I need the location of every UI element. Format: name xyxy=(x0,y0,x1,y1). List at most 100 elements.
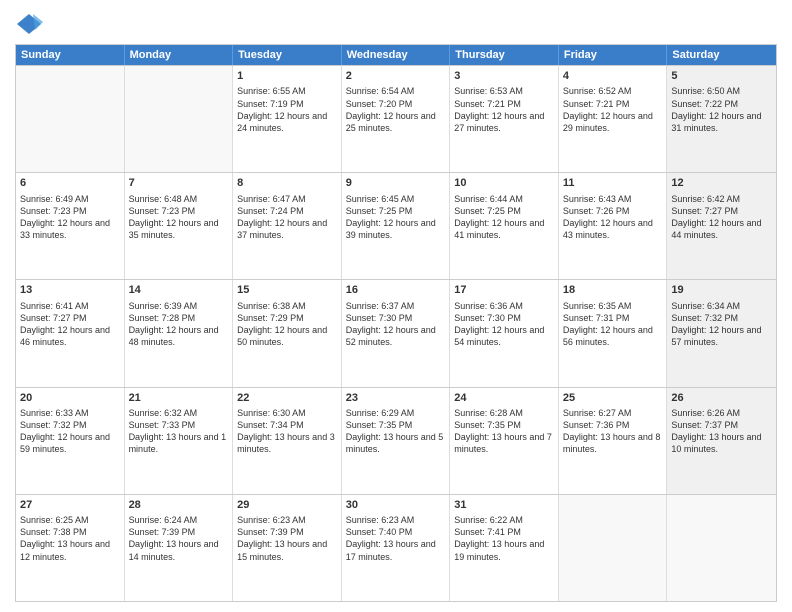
header-day-tuesday: Tuesday xyxy=(233,45,342,65)
day-cell-12: 12Sunrise: 6:42 AMSunset: 7:27 PMDayligh… xyxy=(667,173,776,279)
day-info-text: Sunset: 7:26 PM xyxy=(563,205,663,217)
day-info-text: Daylight: 12 hours and 52 minutes. xyxy=(346,324,446,348)
day-cell-14: 14Sunrise: 6:39 AMSunset: 7:28 PMDayligh… xyxy=(125,280,234,386)
day-info-text: Sunrise: 6:50 AM xyxy=(671,85,772,97)
day-info-text: Sunrise: 6:42 AM xyxy=(671,193,772,205)
day-cell-27: 27Sunrise: 6:25 AMSunset: 7:38 PMDayligh… xyxy=(16,495,125,601)
day-info-text: Sunset: 7:20 PM xyxy=(346,98,446,110)
day-cell-23: 23Sunrise: 6:29 AMSunset: 7:35 PMDayligh… xyxy=(342,388,451,494)
day-cell-17: 17Sunrise: 6:36 AMSunset: 7:30 PMDayligh… xyxy=(450,280,559,386)
day-info-text: Sunrise: 6:54 AM xyxy=(346,85,446,97)
day-info-text: Daylight: 13 hours and 10 minutes. xyxy=(671,431,772,455)
day-info-text: Daylight: 12 hours and 33 minutes. xyxy=(20,217,120,241)
calendar: SundayMondayTuesdayWednesdayThursdayFrid… xyxy=(15,44,777,602)
day-number: 4 xyxy=(563,69,663,84)
day-cell-30: 30Sunrise: 6:23 AMSunset: 7:40 PMDayligh… xyxy=(342,495,451,601)
day-cell-18: 18Sunrise: 6:35 AMSunset: 7:31 PMDayligh… xyxy=(559,280,668,386)
day-info-text: Sunset: 7:23 PM xyxy=(129,205,229,217)
day-info-text: Sunset: 7:25 PM xyxy=(346,205,446,217)
day-info-text: Sunset: 7:41 PM xyxy=(454,526,554,538)
day-info-text: Sunrise: 6:22 AM xyxy=(454,514,554,526)
day-number: 16 xyxy=(346,283,446,298)
page: SundayMondayTuesdayWednesdayThursdayFrid… xyxy=(0,0,792,612)
day-info-text: Daylight: 13 hours and 12 minutes. xyxy=(20,538,120,562)
day-info-text: Sunset: 7:37 PM xyxy=(671,419,772,431)
day-info-text: Sunset: 7:32 PM xyxy=(671,312,772,324)
day-number: 12 xyxy=(671,176,772,191)
day-info-text: Sunrise: 6:25 AM xyxy=(20,514,120,526)
day-info-text: Daylight: 12 hours and 31 minutes. xyxy=(671,110,772,134)
day-info-text: Sunset: 7:19 PM xyxy=(237,98,337,110)
day-info-text: Sunrise: 6:29 AM xyxy=(346,407,446,419)
day-number: 31 xyxy=(454,498,554,513)
day-info-text: Sunset: 7:30 PM xyxy=(454,312,554,324)
day-number: 19 xyxy=(671,283,772,298)
day-info-text: Sunrise: 6:43 AM xyxy=(563,193,663,205)
day-number: 13 xyxy=(20,283,120,298)
day-info-text: Sunset: 7:27 PM xyxy=(20,312,120,324)
day-info-text: Sunrise: 6:32 AM xyxy=(129,407,229,419)
day-info-text: Sunset: 7:22 PM xyxy=(671,98,772,110)
day-info-text: Sunset: 7:23 PM xyxy=(20,205,120,217)
day-number: 3 xyxy=(454,69,554,84)
day-number: 7 xyxy=(129,176,229,191)
day-number: 18 xyxy=(563,283,663,298)
day-info-text: Daylight: 12 hours and 25 minutes. xyxy=(346,110,446,134)
day-info-text: Sunrise: 6:55 AM xyxy=(237,85,337,97)
day-cell-9: 9Sunrise: 6:45 AMSunset: 7:25 PMDaylight… xyxy=(342,173,451,279)
day-info-text: Daylight: 12 hours and 54 minutes. xyxy=(454,324,554,348)
day-cell-24: 24Sunrise: 6:28 AMSunset: 7:35 PMDayligh… xyxy=(450,388,559,494)
day-cell-28: 28Sunrise: 6:24 AMSunset: 7:39 PMDayligh… xyxy=(125,495,234,601)
day-info-text: Sunset: 7:24 PM xyxy=(237,205,337,217)
day-info-text: Daylight: 13 hours and 17 minutes. xyxy=(346,538,446,562)
header-day-wednesday: Wednesday xyxy=(342,45,451,65)
day-info-text: Daylight: 12 hours and 35 minutes. xyxy=(129,217,229,241)
day-info-text: Sunset: 7:34 PM xyxy=(237,419,337,431)
day-info-text: Sunrise: 6:35 AM xyxy=(563,300,663,312)
day-info-text: Sunrise: 6:34 AM xyxy=(671,300,772,312)
day-info-text: Sunrise: 6:30 AM xyxy=(237,407,337,419)
day-info-text: Daylight: 12 hours and 46 minutes. xyxy=(20,324,120,348)
day-info-text: Daylight: 13 hours and 3 minutes. xyxy=(237,431,337,455)
day-info-text: Daylight: 12 hours and 37 minutes. xyxy=(237,217,337,241)
day-info-text: Sunset: 7:28 PM xyxy=(129,312,229,324)
day-info-text: Sunset: 7:21 PM xyxy=(454,98,554,110)
day-info-text: Sunset: 7:29 PM xyxy=(237,312,337,324)
day-cell-29: 29Sunrise: 6:23 AMSunset: 7:39 PMDayligh… xyxy=(233,495,342,601)
day-info-text: Daylight: 13 hours and 14 minutes. xyxy=(129,538,229,562)
day-info-text: Daylight: 12 hours and 48 minutes. xyxy=(129,324,229,348)
day-number: 26 xyxy=(671,391,772,406)
day-cell-26: 26Sunrise: 6:26 AMSunset: 7:37 PMDayligh… xyxy=(667,388,776,494)
day-number: 1 xyxy=(237,69,337,84)
day-info-text: Daylight: 12 hours and 59 minutes. xyxy=(20,431,120,455)
day-info-text: Daylight: 13 hours and 7 minutes. xyxy=(454,431,554,455)
week-row-1: 6Sunrise: 6:49 AMSunset: 7:23 PMDaylight… xyxy=(16,172,776,279)
day-info-text: Daylight: 12 hours and 27 minutes. xyxy=(454,110,554,134)
header-day-monday: Monday xyxy=(125,45,234,65)
day-info-text: Daylight: 13 hours and 15 minutes. xyxy=(237,538,337,562)
week-row-3: 20Sunrise: 6:33 AMSunset: 7:32 PMDayligh… xyxy=(16,387,776,494)
day-number: 14 xyxy=(129,283,229,298)
day-cell-8: 8Sunrise: 6:47 AMSunset: 7:24 PMDaylight… xyxy=(233,173,342,279)
week-row-0: 1Sunrise: 6:55 AMSunset: 7:19 PM Daylight… xyxy=(16,65,776,172)
day-info-text: Sunrise: 6:48 AM xyxy=(129,193,229,205)
day-cell-13: 13Sunrise: 6:41 AMSunset: 7:27 PMDayligh… xyxy=(16,280,125,386)
header-day-saturday: Saturday xyxy=(667,45,776,65)
day-number: 27 xyxy=(20,498,120,513)
day-info-text: Sunrise: 6:52 AM xyxy=(563,85,663,97)
day-info-text: Daylight: 12 hours and 44 minutes. xyxy=(671,217,772,241)
day-cell-25: 25Sunrise: 6:27 AMSunset: 7:36 PMDayligh… xyxy=(559,388,668,494)
day-info-text: Sunrise: 6:38 AM xyxy=(237,300,337,312)
day-info-text: Daylight: 12 hours and 57 minutes. xyxy=(671,324,772,348)
day-cell-6: 6Sunrise: 6:49 AMSunset: 7:23 PMDaylight… xyxy=(16,173,125,279)
day-info-text: Daylight: 13 hours and 1 minute. xyxy=(129,431,229,455)
empty-cell-0-0 xyxy=(16,66,125,172)
day-info-text: Sunset: 7:21 PM xyxy=(563,98,663,110)
header xyxy=(15,10,777,38)
day-info-text: Sunset: 7:32 PM xyxy=(20,419,120,431)
day-number: 24 xyxy=(454,391,554,406)
week-row-4: 27Sunrise: 6:25 AMSunset: 7:38 PMDayligh… xyxy=(16,494,776,601)
day-number: 6 xyxy=(20,176,120,191)
day-cell-19: 19 Sunrise: 6:34 AMSunset: 7:32 PMDayligh… xyxy=(667,280,776,386)
day-cell-16: 16Sunrise: 6:37 AMSunset: 7:30 PMDayligh… xyxy=(342,280,451,386)
